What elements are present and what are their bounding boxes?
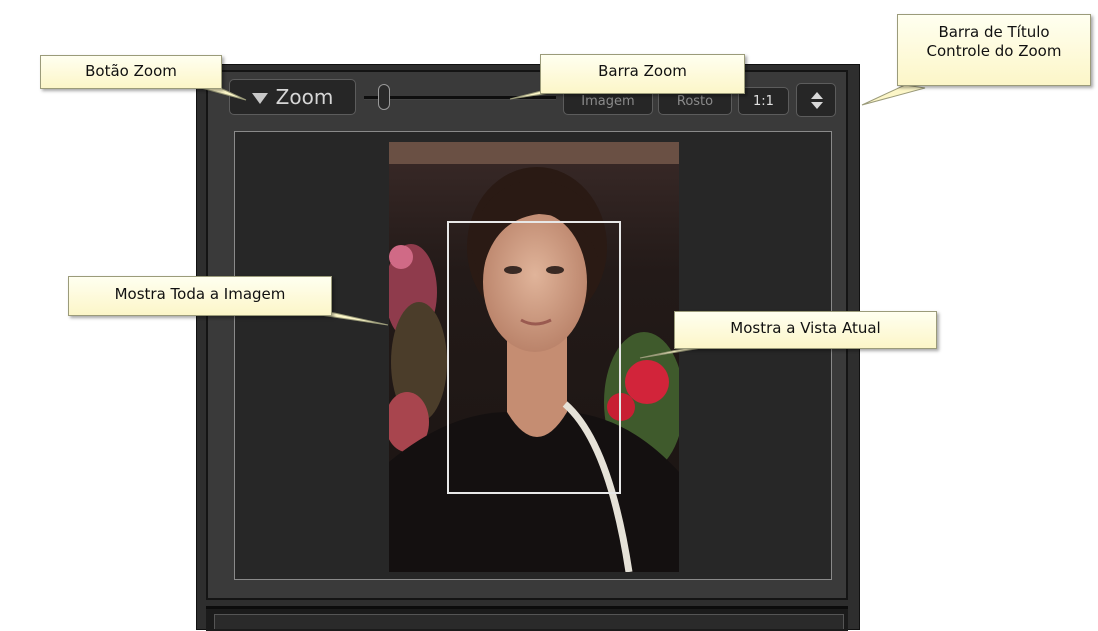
callout-show-current-view-text: Mostra a Vista Atual [730, 319, 881, 337]
callout-title-bar-line2: Controle do Zoom [926, 42, 1062, 60]
callout-title-bar: Barra de Título Controle do Zoom [897, 14, 1091, 86]
callout-zoom-bar: Barra Zoom [540, 54, 745, 94]
callout-show-whole-image-text: Mostra Toda a Imagem [114, 285, 286, 303]
callout-title-bar-line1: Barra de Título [938, 23, 1050, 41]
callout-show-whole-image: Mostra Toda a Imagem [68, 276, 332, 316]
callout-zoom-bar-text: Barra Zoom [598, 62, 687, 80]
callout-show-current-view: Mostra a Vista Atual [674, 311, 937, 349]
callout-zoom-button-text: Botão Zoom [85, 62, 177, 80]
callout-zoom-button: Botão Zoom [40, 55, 222, 89]
